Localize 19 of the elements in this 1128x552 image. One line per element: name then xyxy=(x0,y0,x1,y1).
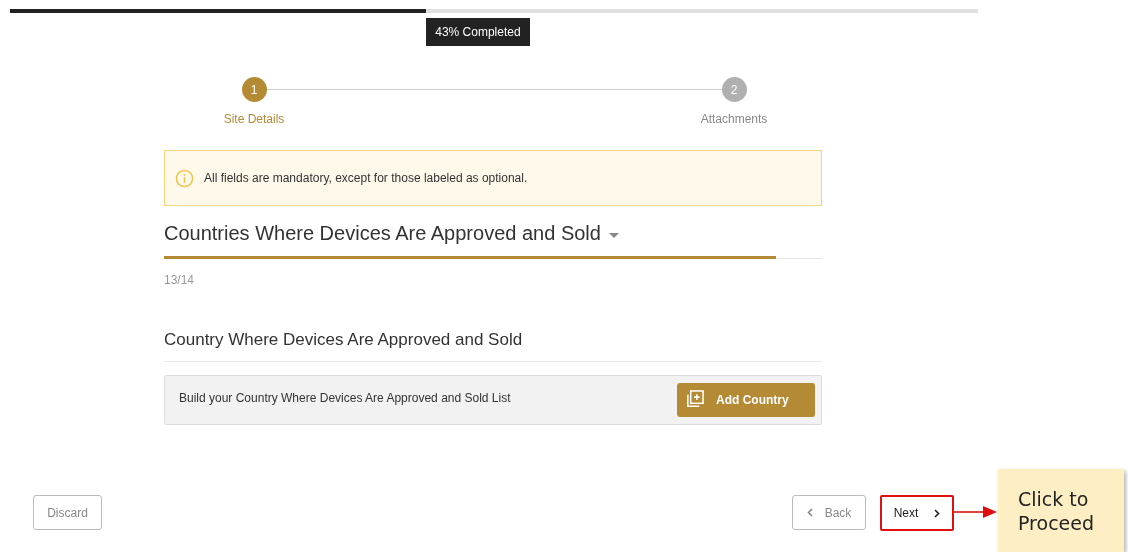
add-country-button[interactable]: Add Country xyxy=(677,382,815,417)
caret-icon[interactable] xyxy=(608,233,619,239)
add-icon xyxy=(685,390,704,409)
callout-text: Click to Proceed xyxy=(1018,487,1096,535)
list-hint: Build your Country Where Devices Are Approved and Sold List xyxy=(179,389,511,407)
info-icon xyxy=(175,168,194,188)
discard-button[interactable]: Discard xyxy=(33,495,102,530)
pointer-arrow xyxy=(954,505,998,519)
step-label: Attachments xyxy=(700,111,768,128)
notice-text: All fields are mandatory, except for those labeled as optional. xyxy=(204,170,528,187)
back-button[interactable]: Back xyxy=(792,495,866,530)
step-label: Site Details xyxy=(223,111,285,128)
chevron-right-icon xyxy=(934,508,941,518)
section-title: Countries Where Devices Are Approved and Sold xyxy=(164,221,601,246)
next-button[interactable]: Next xyxy=(880,495,954,531)
subsection-title: Country Where Devices Are Approved and Sold xyxy=(164,330,523,349)
progress-tooltip: 43% Completed xyxy=(426,18,530,46)
chevron-left-icon xyxy=(806,508,813,517)
section-count: 13/14 xyxy=(164,273,195,287)
